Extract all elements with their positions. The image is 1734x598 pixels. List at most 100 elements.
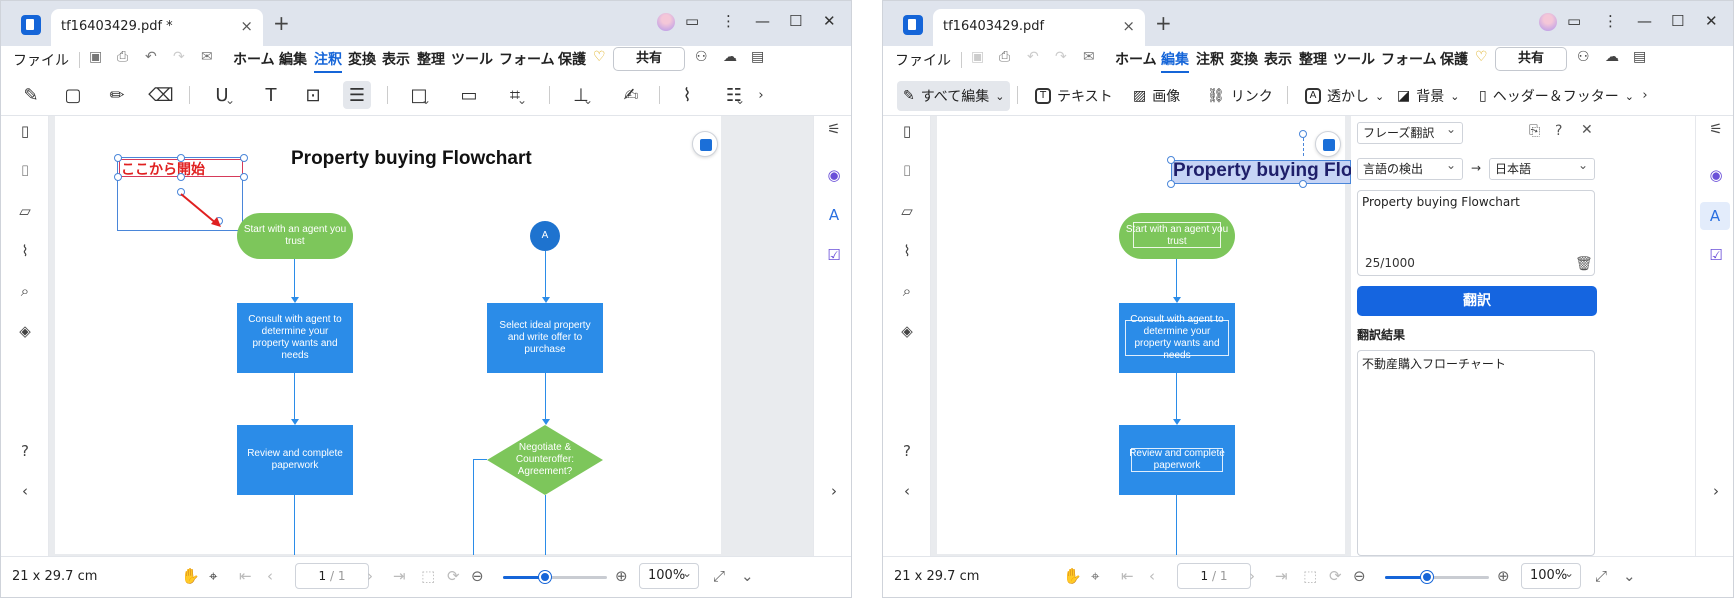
translate-icon[interactable]: A (824, 206, 844, 226)
org-icon[interactable]: ⚇ (695, 49, 708, 65)
select-tool-icon[interactable]: ⌖ (1091, 567, 1099, 585)
select-tool-icon[interactable]: ⌖ (209, 567, 217, 585)
minimize-icon[interactable]: — (1637, 12, 1652, 30)
menu-form[interactable]: フォーム (1381, 49, 1437, 69)
tab-close-icon[interactable]: × (1122, 17, 1135, 35)
page-input[interactable]: 1 / 1 (295, 563, 369, 589)
attachment-icon[interactable]: ⌇ (15, 242, 35, 262)
flow-connector-a[interactable]: A (530, 221, 560, 251)
search-icon[interactable]: ⌕ (897, 282, 917, 302)
note-icon[interactable]: ▭ (455, 81, 483, 109)
toolbar-scroll-right-icon[interactable]: › (753, 81, 769, 109)
flowchart-title[interactable]: Property buying Flowchart (291, 148, 532, 170)
source-language-select[interactable]: 言語の検出 (1357, 155, 1463, 180)
text-block-frame[interactable] (1133, 222, 1221, 248)
print-icon[interactable]: ⎙ (999, 49, 1010, 65)
flow-node-review[interactable]: Review and complete paperwork (237, 425, 353, 495)
org-icon[interactable]: ⚇ (1577, 49, 1590, 65)
area-highlight-icon[interactable]: ▢ (59, 81, 87, 109)
menu-annotate[interactable]: 注釈 (1196, 49, 1224, 69)
avatar[interactable] (657, 13, 675, 31)
avatar[interactable] (1539, 13, 1557, 31)
measure-icon[interactable]: ⌗ ⌄ (497, 81, 533, 109)
help-icon[interactable]: ? (1555, 123, 1562, 139)
edit-all-button[interactable]: ✎ すべて編集 ⌄ (897, 81, 1011, 111)
layers-icon[interactable]: ◈ (15, 322, 35, 342)
translate-doc-badge[interactable] (692, 131, 718, 157)
first-page-icon[interactable]: ⇤ (239, 567, 252, 585)
translate-doc-badge[interactable] (1315, 131, 1341, 157)
resize-handle[interactable] (1167, 180, 1175, 188)
underline-icon[interactable]: U ⌄ (203, 81, 241, 109)
resize-handle[interactable] (177, 154, 185, 162)
comment-icon[interactable]: ▱ (897, 202, 917, 222)
expand-icon[interactable]: › (1706, 482, 1726, 502)
last-page-icon[interactable]: ⇥ (1275, 567, 1288, 585)
prev-page-icon[interactable]: ‹ (267, 567, 273, 585)
page-icon[interactable]: ▯ (15, 122, 35, 142)
rotate-icon[interactable]: ⟳ (1329, 567, 1342, 585)
hand-tool-icon[interactable]: ✋ (1063, 567, 1082, 585)
lightbulb-icon[interactable]: ♡ (1475, 49, 1488, 65)
translate-mode-select[interactable]: フレーズ翻訳 (1357, 119, 1463, 144)
menu-file[interactable]: ファイル (13, 50, 69, 70)
menu-organize[interactable]: 整理 (417, 49, 445, 69)
fit-icon[interactable]: ⬚ (421, 567, 435, 585)
resize-handle[interactable] (240, 154, 248, 162)
menu-tools[interactable]: ツール (1333, 49, 1375, 69)
close-icon[interactable]: ✕ (823, 12, 836, 30)
upload-icon[interactable]: ☁ (723, 49, 737, 65)
add-text-button[interactable]: T テキスト (1029, 81, 1119, 111)
signature-icon[interactable]: ✍ (617, 81, 645, 109)
layers-icon[interactable]: ◈ (897, 322, 917, 342)
zoom-out-icon[interactable]: ⊖ (1353, 567, 1366, 585)
tab-close-icon[interactable]: × (240, 17, 253, 35)
mail-icon[interactable]: ✉ (201, 49, 213, 65)
history-icon[interactable]: ⎘ (1529, 123, 1540, 139)
document-tab[interactable]: tf16403429.pdf × (933, 9, 1145, 46)
share-button[interactable]: 共有 (613, 47, 685, 71)
new-tab-icon[interactable]: + (273, 11, 290, 35)
background-button[interactable]: ◪ 背景 ⌄ (1391, 81, 1465, 111)
collapse-icon[interactable]: ‹ (897, 482, 917, 502)
check-icon[interactable]: ☑ (1706, 246, 1726, 266)
next-page-icon[interactable]: › (367, 567, 373, 585)
toolbar-scroll-right-icon[interactable]: › (1637, 81, 1653, 109)
settings-icon[interactable]: ⌄ (1623, 567, 1636, 585)
page-icon[interactable]: ▯ (897, 122, 917, 142)
close-icon[interactable]: ✕ (1705, 12, 1718, 30)
properties-icon[interactable]: ⚟ (1706, 120, 1726, 140)
menu-organize[interactable]: 整理 (1299, 49, 1327, 69)
text-callout-icon[interactable]: ☰ (343, 81, 371, 109)
comment-icon[interactable]: ▱ (15, 202, 35, 222)
eraser-icon[interactable]: ⌫ (147, 81, 175, 109)
text-block-frame[interactable] (1131, 448, 1223, 472)
menu-edit[interactable]: 編集 (279, 49, 307, 69)
flowchart-title[interactable]: Property buying Flo (1173, 160, 1352, 182)
zoom-slider[interactable] (1385, 571, 1489, 583)
ai-assistant-icon[interactable]: ◉ (1706, 166, 1726, 186)
menu-convert[interactable]: 変換 (348, 49, 376, 69)
share-button[interactable]: 共有 (1495, 47, 1567, 71)
maximize-icon[interactable]: ☐ (789, 12, 802, 30)
check-icon[interactable]: ☑ (824, 246, 844, 266)
menu-protect[interactable]: 保護 (558, 49, 586, 69)
highlighter-icon[interactable]: ✎ (17, 81, 45, 109)
page-input[interactable]: 1 / 1 (1177, 563, 1251, 589)
resize-handle[interactable] (1299, 180, 1307, 188)
menu-home[interactable]: ホーム (1115, 49, 1157, 69)
menu-convert[interactable]: 変換 (1230, 49, 1258, 69)
panel-icon[interactable]: ▤ (751, 49, 764, 65)
ai-assistant-icon[interactable]: ◉ (824, 166, 844, 186)
zoom-slider-knob[interactable] (538, 571, 551, 583)
trash-icon[interactable]: 🗑 (1575, 256, 1593, 272)
add-image-button[interactable]: ▨ 画像 (1127, 81, 1186, 111)
zoom-in-icon[interactable]: ⊕ (1497, 567, 1510, 585)
undo-icon[interactable]: ↶ (145, 49, 157, 65)
translate-button[interactable]: 翻訳 (1357, 286, 1597, 316)
save-icon[interactable]: ▣ (971, 49, 984, 65)
menu-tools[interactable]: ツール (451, 49, 493, 69)
more-icon[interactable]: ⋮ (1603, 12, 1618, 30)
next-page-icon[interactable]: › (1249, 567, 1255, 585)
translate-icon[interactable]: A (1700, 202, 1730, 230)
